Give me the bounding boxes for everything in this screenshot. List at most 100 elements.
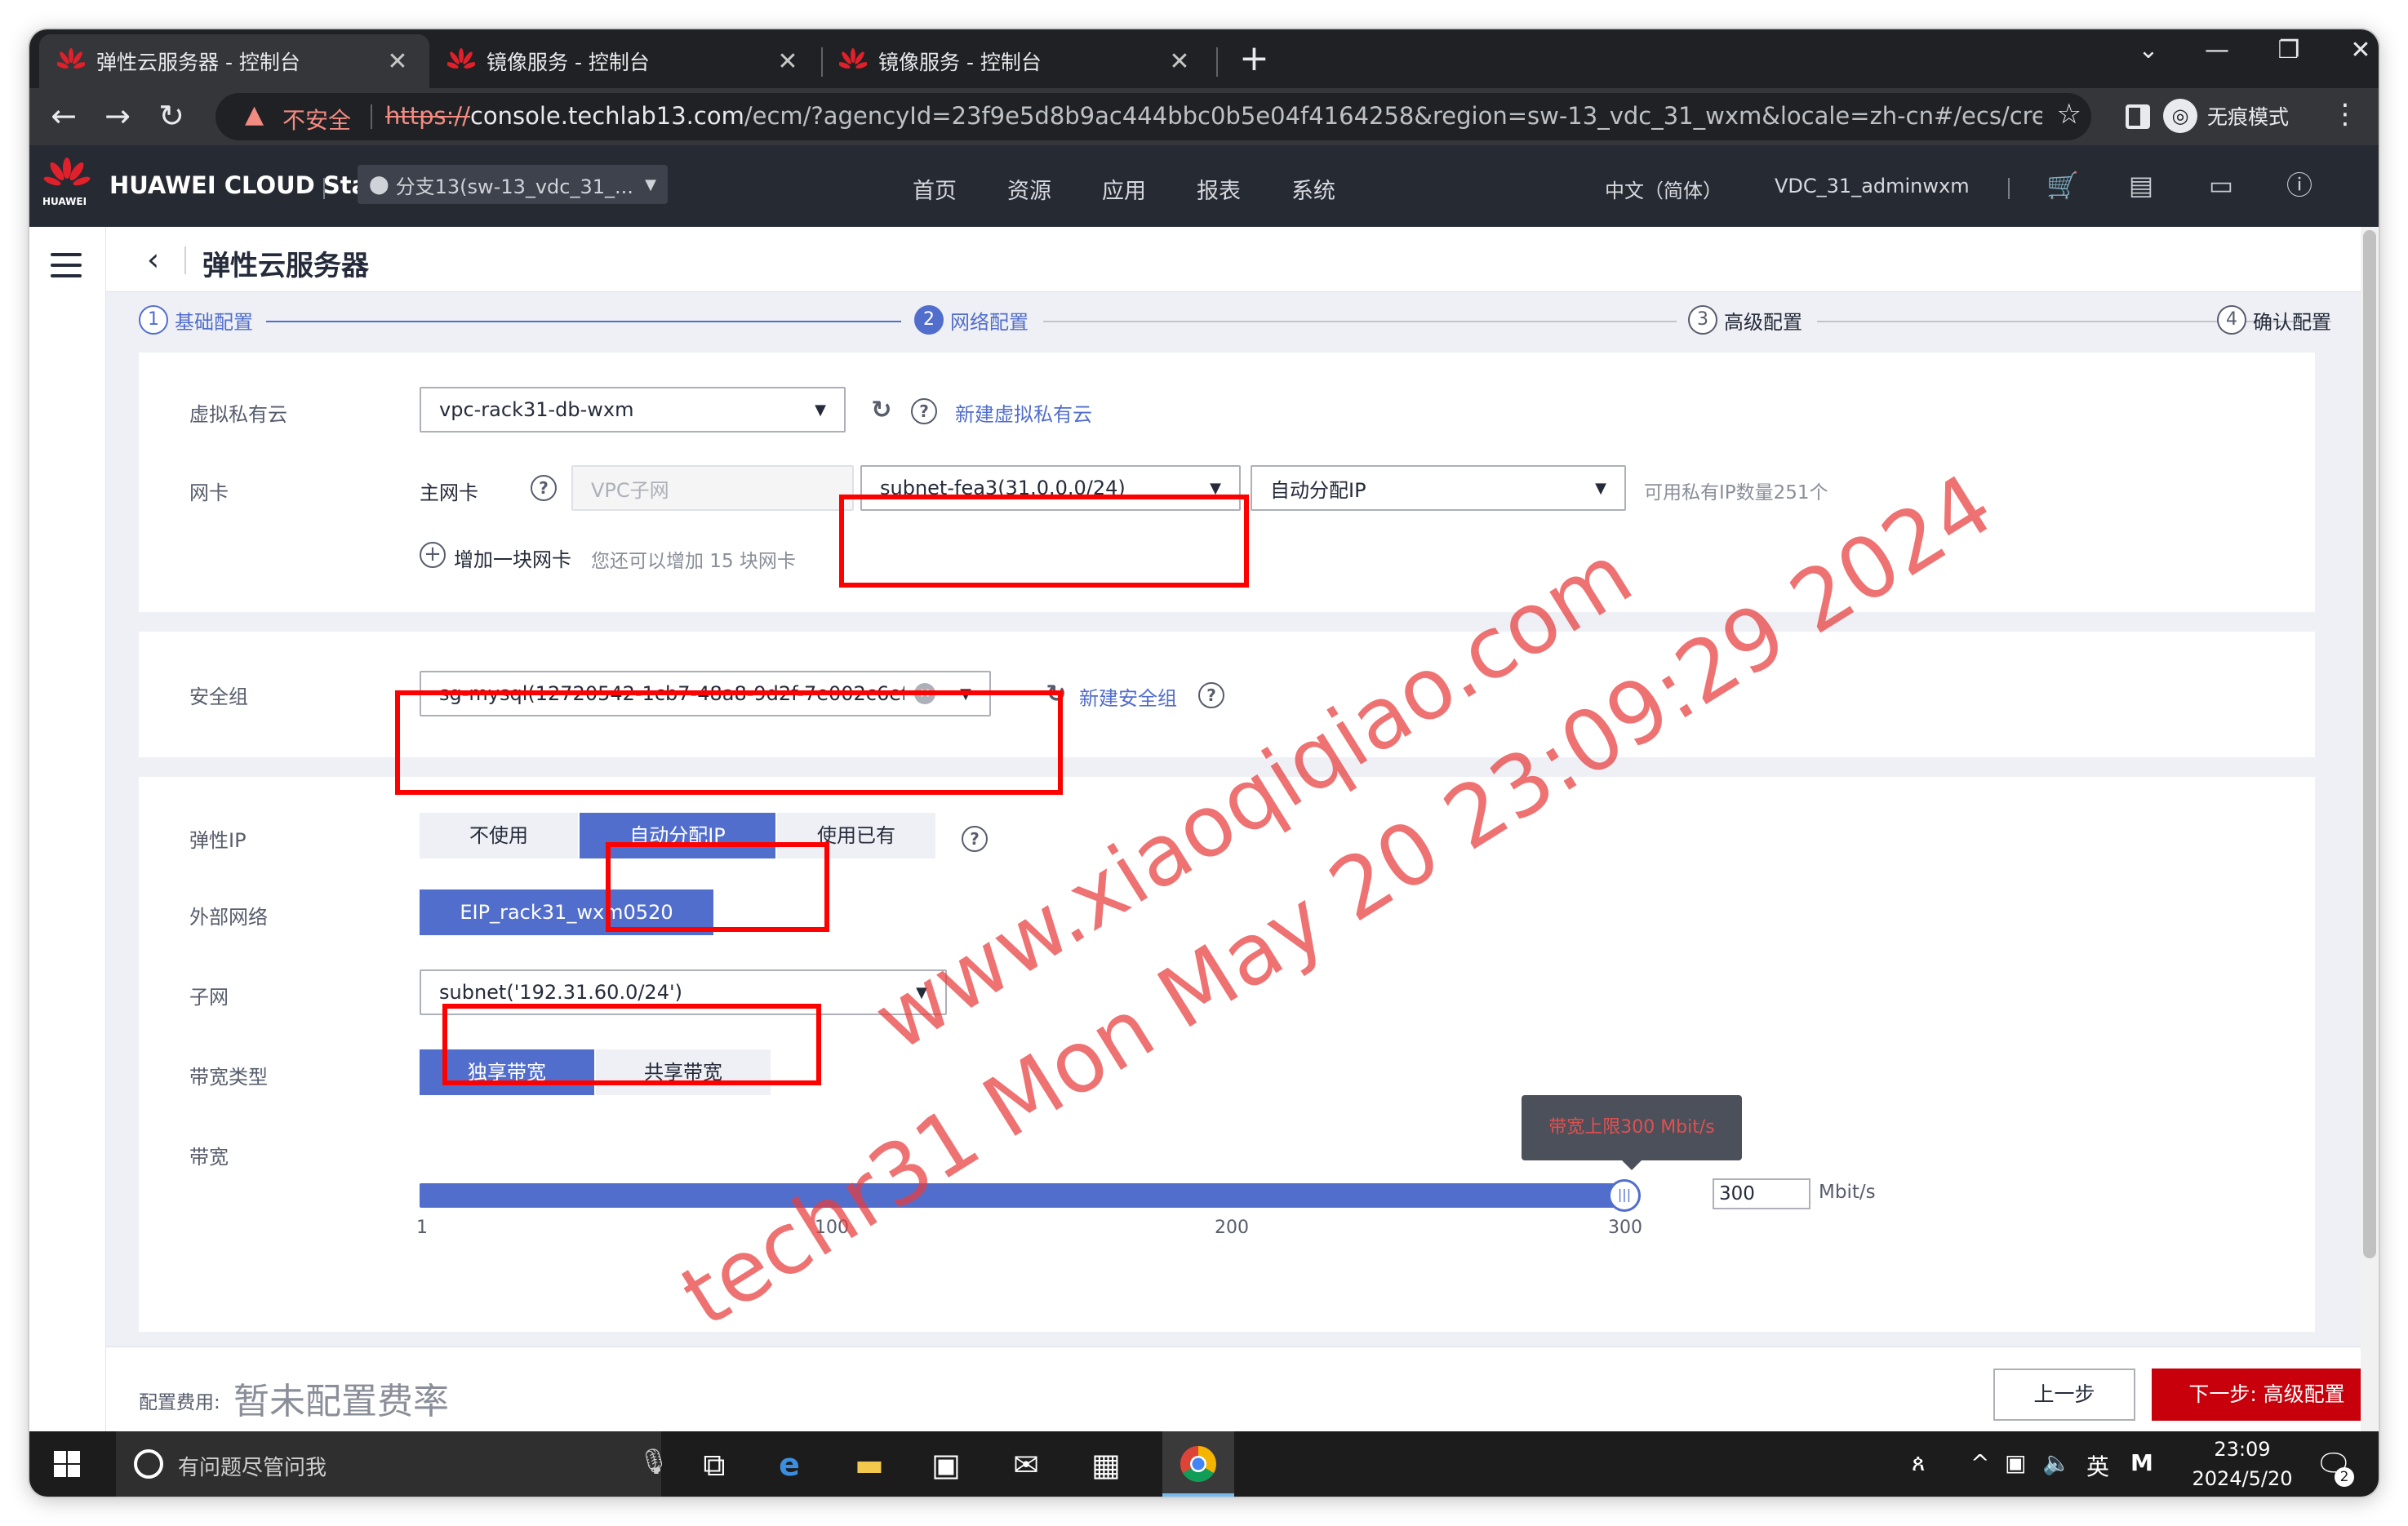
ime-mode-icon[interactable]: M: [2130, 1449, 2153, 1476]
reload-icon[interactable]: ↻: [152, 96, 191, 135]
region-selector[interactable]: ⬤ 分支13(sw-13_vdc_31_... ▼: [358, 165, 668, 204]
close-icon[interactable]: ✕: [1166, 47, 1193, 76]
url-text[interactable]: https://console.techlab13.com/ecm/?agenc…: [385, 102, 2042, 130]
restore-icon[interactable]: ❐: [2264, 36, 2313, 64]
help-icon[interactable]: ⓘ: [2282, 168, 2317, 202]
system-clock[interactable]: 23:09 2024/5/20: [2181, 1435, 2304, 1493]
file-explorer-icon[interactable]: ▬: [847, 1443, 891, 1487]
step-advanced-config[interactable]: 3 高级配置: [1688, 305, 1802, 335]
tab-ecs-console[interactable]: 弹性云服务器 - 控制台 ✕: [39, 34, 429, 88]
notification-count: 2: [2335, 1467, 2354, 1487]
close-icon[interactable]: ✕: [384, 47, 411, 76]
ime-indicator[interactable]: 英: [2086, 1449, 2109, 1482]
prev-step-button[interactable]: 上一步: [1993, 1369, 2135, 1421]
browser-window: 弹性云服务器 - 控制台 ✕ 镜像服务 - 控制台 ✕ 镜像服务 - 控制台 ✕…: [29, 29, 2379, 1497]
help-icon[interactable]: ?: [911, 398, 937, 424]
step-network-config[interactable]: 2 网络配置: [914, 305, 1029, 335]
vpc-subnet-select: VPC子网: [571, 465, 854, 511]
mail-icon[interactable]: ✉: [1004, 1443, 1048, 1487]
user-menu[interactable]: VDC_31_adminwxm: [1775, 175, 1970, 197]
store-icon[interactable]: ▣: [924, 1443, 968, 1487]
eip-option-none[interactable]: 不使用: [420, 813, 578, 858]
task-view-icon[interactable]: ⧉: [692, 1443, 736, 1487]
nav-home[interactable]: 首页: [913, 173, 957, 205]
bookmark-star-icon[interactable]: ☆: [2057, 98, 2081, 131]
taskbar-search[interactable]: 有问题尽管问我 🎙: [116, 1431, 669, 1497]
back-chevron-icon[interactable]: ‹: [147, 242, 159, 277]
nav-applications[interactable]: 应用: [1102, 173, 1146, 205]
nav-reports[interactable]: 报表: [1197, 173, 1241, 205]
ip-mode-select[interactable]: 自动分配IP ▼: [1251, 465, 1626, 511]
close-icon[interactable]: ✕: [774, 47, 802, 76]
slider-handle-icon[interactable]: |||: [1608, 1179, 1641, 1212]
minimize-icon[interactable]: —: [2193, 36, 2241, 64]
browser-toolbar: ← → ↻ ▲ 不安全 https://console.techlab13.co…: [29, 88, 2379, 145]
step-label: 基础配置: [175, 310, 253, 334]
huawei-logo-icon: [43, 157, 91, 186]
people-icon[interactable]: ጰ: [1912, 1449, 1926, 1477]
calendar-icon[interactable]: ▤: [2124, 168, 2158, 202]
incognito-badge[interactable]: ◎ 无痕模式: [2163, 95, 2289, 137]
menu-icon[interactable]: [51, 253, 82, 285]
cart-icon[interactable]: 🛒: [2046, 168, 2080, 202]
scrollbar-thumb[interactable]: [2363, 230, 2376, 1258]
nav-resources[interactable]: 资源: [1007, 173, 1051, 205]
step-number: 1: [139, 305, 168, 335]
clock-date: 2024/5/20: [2192, 1467, 2293, 1490]
fee-label: 配置费用:: [139, 1392, 220, 1413]
vpc-value: vpc-rack31-db-wxm: [439, 398, 634, 421]
close-window-icon[interactable]: ✕: [2336, 36, 2379, 64]
tab-image-service-2[interactable]: 镜像服务 - 控制台 ✕: [821, 34, 1211, 88]
incognito-icon: ◎: [2163, 99, 2197, 133]
nav-system[interactable]: 系统: [1291, 173, 1335, 205]
highlight-box: [442, 1004, 821, 1085]
vpc-select[interactable]: vpc-rack31-db-wxm ▼: [420, 387, 846, 433]
browser-menu-icon[interactable]: ⋮: [2331, 98, 2359, 131]
huawei-cloud-logo[interactable]: HUAWEI HUAWEI CLOUD Stack: [42, 157, 398, 212]
bandwidth-tooltip: 带宽上限300 Mbit/s: [1522, 1095, 1742, 1170]
step-label: 确认配置: [2253, 310, 2331, 334]
refresh-icon[interactable]: ↻: [869, 398, 895, 424]
huawei-icon: [57, 48, 85, 69]
bandwidth-unit: Mbit/s: [1819, 1182, 1876, 1203]
clock-time: 23:09: [2214, 1438, 2271, 1461]
side-panel-icon[interactable]: [2126, 104, 2150, 129]
forward-icon[interactable]: →: [98, 96, 137, 135]
bandwidth-type-label: 带宽类型: [189, 1066, 268, 1089]
add-nic-button[interactable]: 增加一块网卡: [454, 543, 571, 572]
help-icon[interactable]: ?: [531, 475, 557, 501]
language-switch[interactable]: 中文（简体）: [1605, 175, 1722, 203]
divider: [184, 246, 186, 274]
left-rail: [29, 227, 106, 1431]
next-step-button[interactable]: 下一步: 高级配置: [2152, 1369, 2379, 1421]
new-vpc-link[interactable]: 新建虚拟私有云: [955, 398, 1092, 427]
step-confirm-config[interactable]: 4 确认配置: [2217, 305, 2331, 335]
remote-desktop-icon[interactable]: ▦: [1084, 1443, 1128, 1487]
help-icon[interactable]: ?: [962, 826, 988, 852]
logo-sub: HUAWEI: [42, 196, 87, 207]
message-icon[interactable]: ▭: [2204, 168, 2238, 202]
add-nic-hint: 您还可以增加 15 块网卡: [591, 551, 796, 572]
scrollbar[interactable]: [2361, 227, 2379, 1431]
network-icon[interactable]: ▣: [2005, 1449, 2026, 1476]
add-circle-icon[interactable]: +: [420, 542, 446, 568]
back-icon[interactable]: ←: [44, 96, 83, 135]
new-security-group-link[interactable]: 新建安全组: [1079, 682, 1177, 711]
chrome-taskbar-item[interactable]: [1162, 1431, 1234, 1497]
volume-icon[interactable]: 🔈: [2042, 1449, 2071, 1476]
bandwidth-input[interactable]: 300: [1713, 1178, 1810, 1209]
microphone-icon[interactable]: 🎙: [638, 1448, 669, 1476]
windows-start-icon[interactable]: [54, 1451, 80, 1477]
chevron-up-icon[interactable]: ^: [1970, 1449, 1989, 1476]
step-label: 网络配置: [950, 310, 1029, 334]
bandwidth-slider-track[interactable]: [420, 1183, 1624, 1208]
chevron-down-icon[interactable]: ⌄: [2124, 36, 2173, 64]
help-icon[interactable]: ?: [1198, 682, 1224, 708]
tab-image-service-1[interactable]: 镜像服务 - 控制台 ✕: [429, 34, 820, 88]
chrome-icon: [1180, 1446, 1216, 1482]
new-tab-icon[interactable]: +: [1239, 38, 1269, 79]
taskbar: 有问题尽管问我 🎙 ⧉ e ▬ ▣ ✉ ▦ ጰ ^ ▣ 🔈 英 M 23:09 …: [29, 1431, 2379, 1497]
address-bar[interactable]: ▲ 不安全 https://console.techlab13.com/ecm/…: [215, 93, 2091, 140]
edge-icon[interactable]: e: [767, 1443, 811, 1487]
step-basic-config[interactable]: 1 基础配置: [139, 305, 253, 335]
